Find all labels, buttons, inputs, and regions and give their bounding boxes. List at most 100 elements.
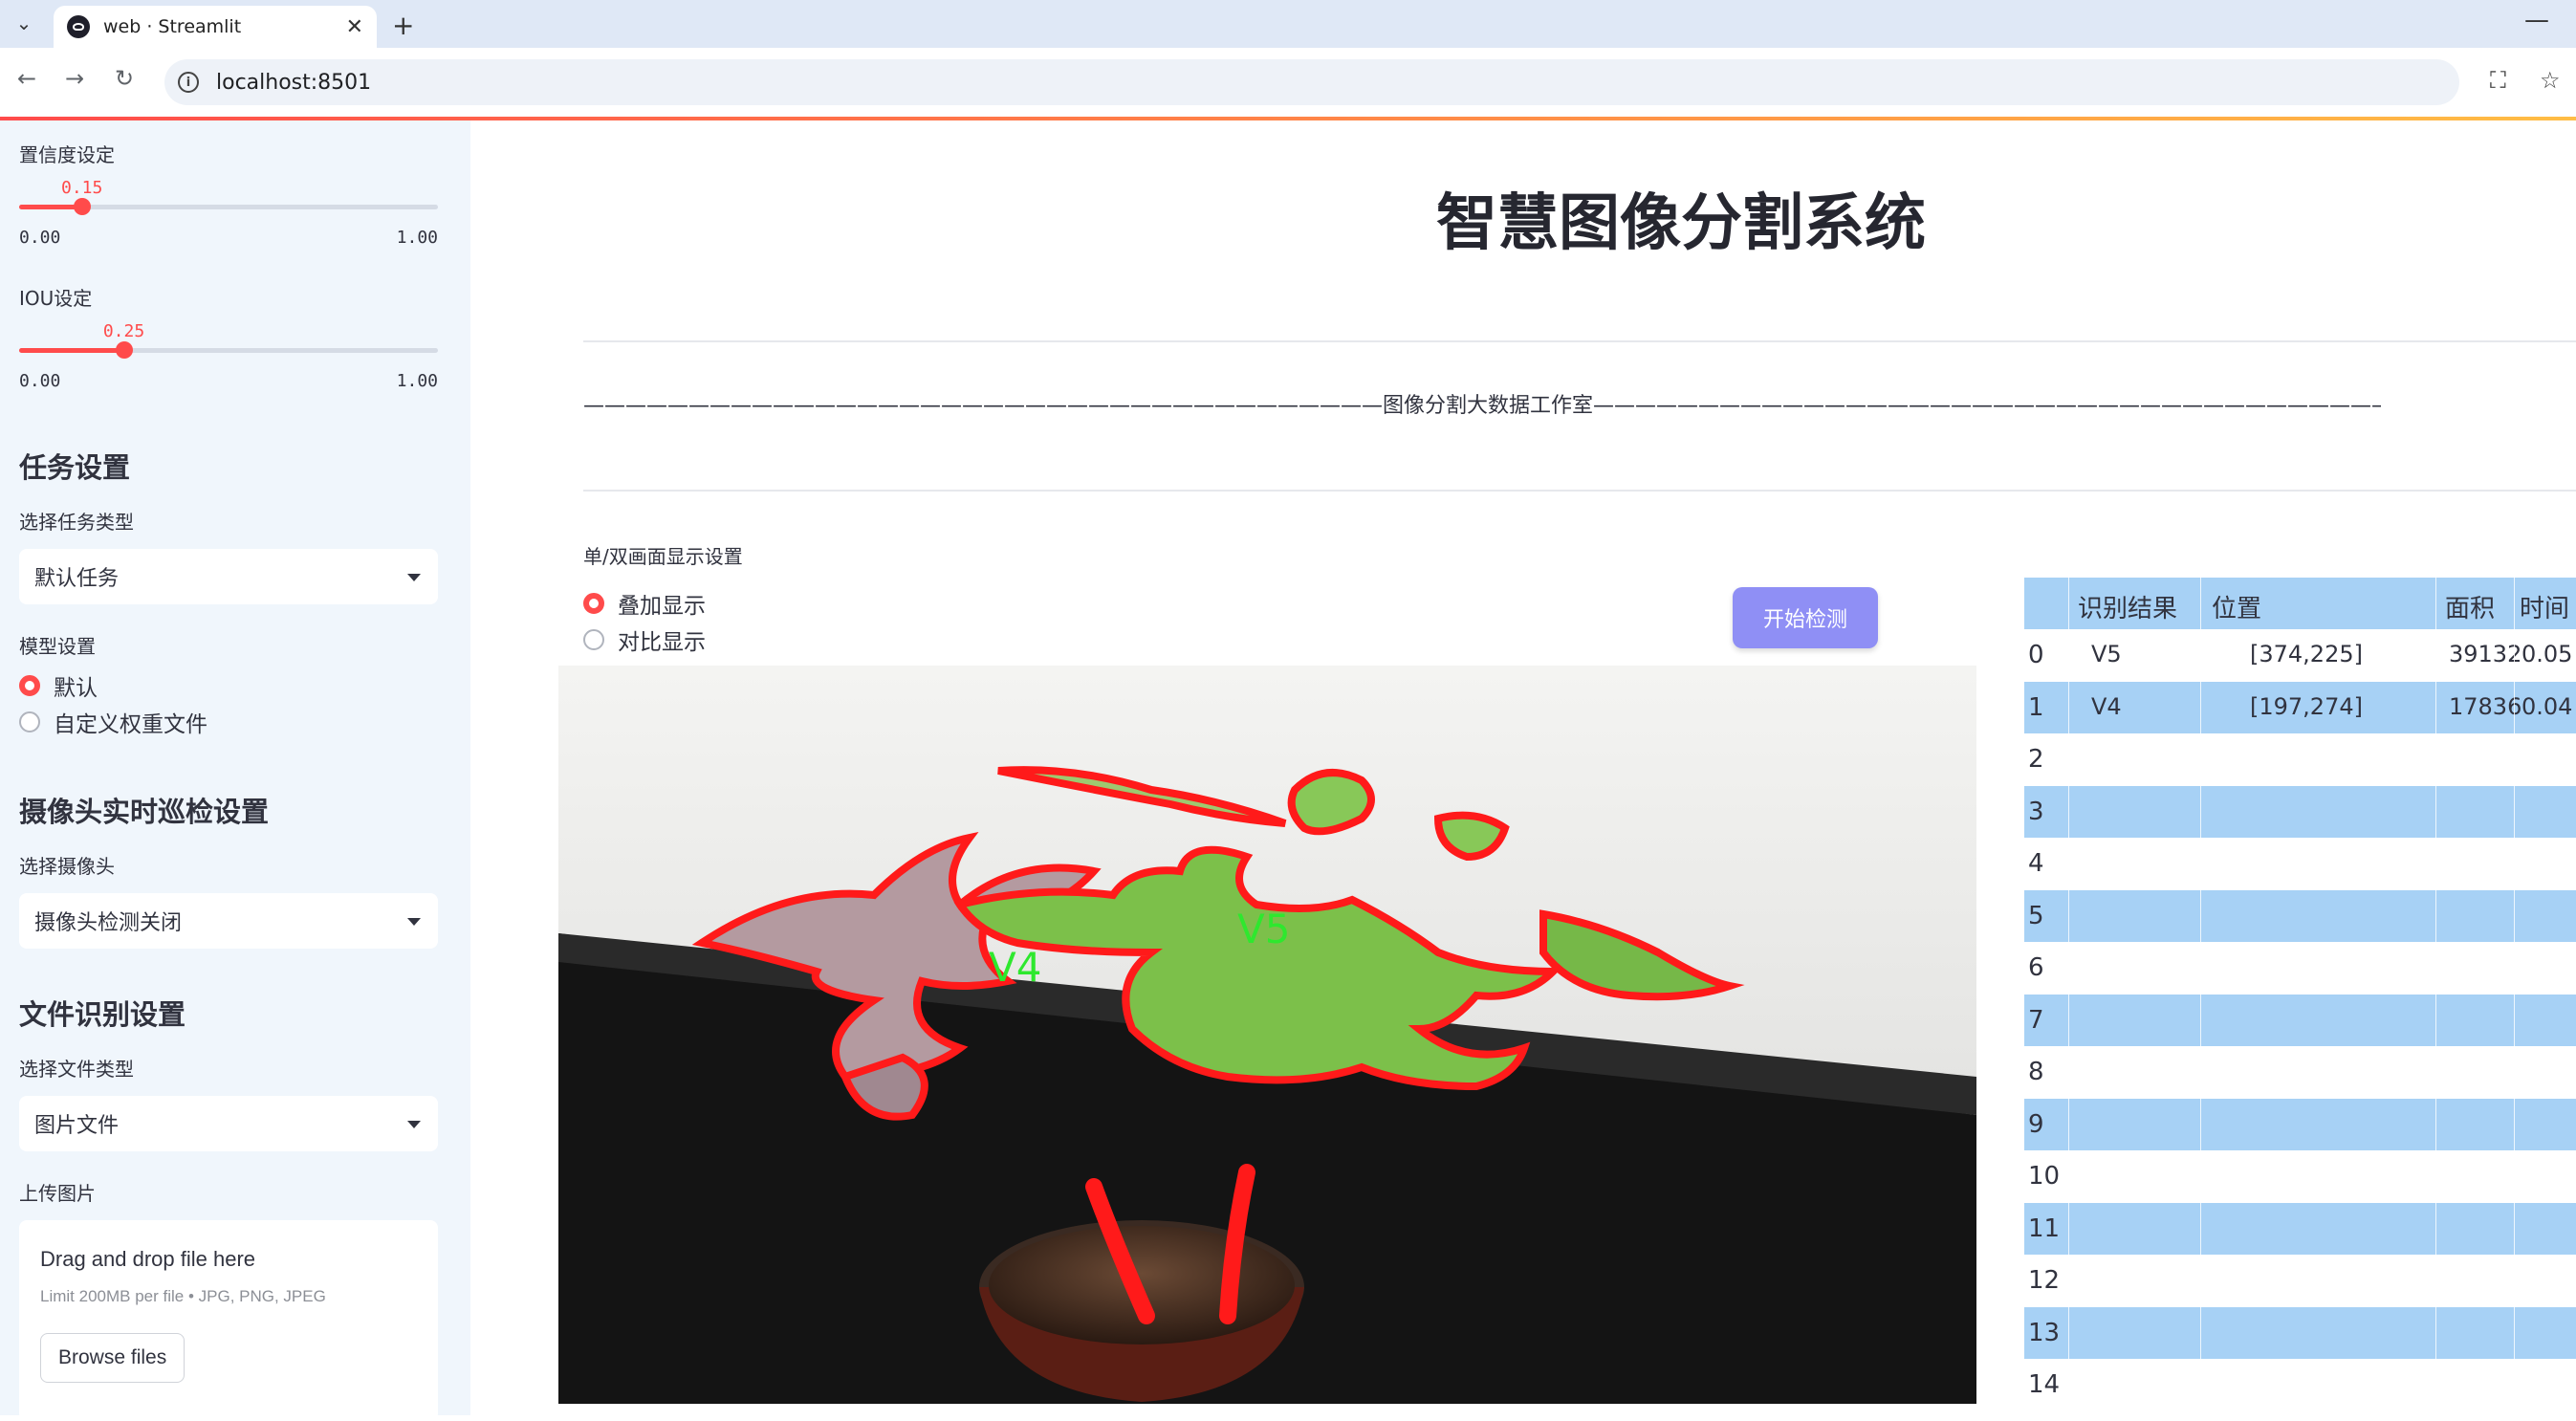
table-row[interactable]: 6: [2024, 942, 2576, 995]
table-row[interactable]: 13: [2024, 1306, 2576, 1359]
radio-label: 自定义权重文件: [54, 712, 207, 737]
table-row[interactable]: 4: [2024, 838, 2576, 890]
table-row[interactable]: 14: [2024, 1359, 2576, 1411]
translate-icon[interactable]: ⛶: [2490, 67, 2506, 94]
iou-label: IOU设定: [19, 287, 93, 310]
streamlit-favicon-icon: [67, 15, 90, 38]
row-index-cell: 13: [2028, 1318, 2061, 1347]
col-header-position[interactable]: 位置: [2212, 589, 2261, 624]
slider-fill: [19, 348, 124, 353]
table-row[interactable]: 7: [2024, 994, 2576, 1046]
column-divider: [2435, 578, 2436, 1415]
position-cell: [197,274]: [2250, 692, 2363, 720]
slider-thumb[interactable]: [73, 198, 91, 215]
reload-icon[interactable]: ↻: [115, 65, 134, 92]
browser-tab[interactable]: web · Streamlit ✕: [54, 6, 377, 48]
display-radio-compare[interactable]: 对比显示: [583, 623, 706, 656]
result-cell: V5: [2091, 641, 2122, 667]
row-index-cell: 14: [2028, 1370, 2061, 1399]
confidence-label: 置信度设定: [19, 143, 115, 166]
minimize-window-icon[interactable]: —: [2524, 6, 2549, 34]
row-index-cell: 12: [2028, 1266, 2061, 1295]
col-header-result[interactable]: 识别结果: [2078, 589, 2177, 624]
table-row[interactable]: 1 V4 [197,274] 17836 0.04: [2024, 681, 2576, 733]
col-header-area[interactable]: 面积: [2445, 589, 2495, 624]
slider-thumb[interactable]: [115, 341, 133, 359]
model-radio-custom[interactable]: 自定义权重文件: [19, 706, 207, 738]
back-arrow-icon[interactable]: ←: [17, 65, 36, 92]
row-index-cell: 0: [2028, 641, 2044, 669]
row-index-cell: 1: [2028, 692, 2044, 722]
upload-label: 上传图片: [19, 1182, 96, 1205]
table-row[interactable]: 2: [2024, 733, 2576, 786]
table-row[interactable]: 10: [2024, 1150, 2576, 1203]
divider: [583, 340, 2576, 342]
iou-slider[interactable]: 0.25 0.00 1.00: [19, 321, 438, 398]
segmentation-result-image: V4 V5: [558, 666, 1976, 1404]
tab-search-chevron-icon[interactable]: ⌄: [10, 8, 38, 38]
file-type-label: 选择文件类型: [19, 1058, 134, 1081]
column-divider: [2068, 578, 2069, 1415]
table-row[interactable]: 11: [2024, 1202, 2576, 1255]
close-tab-icon[interactable]: ✕: [346, 15, 363, 39]
area-cell: 39132: [2449, 641, 2522, 667]
subtitle: ——————————————————————————————————————图像…: [583, 394, 2381, 418]
table-row[interactable]: 12: [2024, 1255, 2576, 1307]
radio-unselected-icon[interactable]: [583, 629, 604, 650]
drag-drop-text: Drag and drop file here: [40, 1247, 256, 1271]
time-cell: 0.05: [2521, 641, 2573, 667]
radio-selected-icon[interactable]: [19, 675, 40, 696]
display-mode-label: 单/双画面显示设置: [583, 545, 743, 568]
radio-label: 默认: [54, 676, 98, 701]
browser-toolbar: ← → ↻ i localhost:8501 ⛶ ☆: [0, 48, 2576, 117]
radio-selected-icon[interactable]: [583, 593, 604, 614]
browse-files-button[interactable]: Browse files: [40, 1333, 186, 1383]
radio-label: 叠加显示: [618, 594, 706, 619]
file-settings-heading: 文件识别设置: [19, 998, 186, 1031]
column-divider: [2200, 578, 2201, 1415]
radio-unselected-icon[interactable]: [19, 711, 40, 732]
task-type-label: 选择任务类型: [19, 511, 134, 534]
row-index-cell: 3: [2028, 797, 2044, 826]
site-info-icon[interactable]: i: [178, 72, 199, 93]
chevron-down-icon: [407, 574, 421, 581]
table-header: 识别结果 位置 面积 时间: [2024, 578, 2576, 629]
row-index-cell: 4: [2028, 849, 2044, 878]
result-cell: V4: [2091, 692, 2122, 720]
table-row[interactable]: 3: [2024, 785, 2576, 838]
results-table[interactable]: 识别结果 位置 面积 时间 0 V5 [374,225] 39132 0.05 1 V4 [1…: [2024, 578, 2576, 1415]
slider-min: 0.00: [19, 371, 61, 391]
task-type-select[interactable]: 默认任务: [19, 549, 438, 604]
upload-limit-text: Limit 200MB per file • JPG, PNG, JPEG: [40, 1287, 326, 1305]
confidence-slider[interactable]: 0.15 0.00 1.00: [19, 178, 438, 254]
table-row[interactable]: 8: [2024, 1046, 2576, 1099]
url-text: localhost:8501: [216, 70, 372, 95]
start-detection-button[interactable]: 开始检测: [1733, 587, 1878, 648]
display-radio-overlay[interactable]: 叠加显示: [583, 587, 706, 620]
label-v5: V5: [1237, 906, 1290, 952]
model-radio-default[interactable]: 默认: [19, 669, 98, 702]
sidebar: 置信度设定 0.15 0.00 1.00 IOU设定 0.25 0.00 1.0…: [0, 120, 470, 1421]
time-cell: 0.04: [2521, 692, 2573, 720]
iou-value: 0.25: [102, 321, 145, 341]
col-header-time[interactable]: 时间: [2520, 589, 2569, 624]
row-index-cell: 8: [2028, 1058, 2044, 1086]
forward-arrow-icon[interactable]: →: [65, 65, 84, 92]
table-row[interactable]: 5: [2024, 889, 2576, 942]
chevron-down-icon: [407, 918, 421, 926]
table-row[interactable]: 9: [2024, 1098, 2576, 1150]
plant-segmentation-illustration: V4 V5: [558, 666, 1976, 1404]
file-type-value: 图片文件: [34, 1114, 120, 1138]
file-uploader-dropzone[interactable]: Drag and drop file here Limit 200MB per …: [19, 1220, 438, 1421]
column-divider: [2514, 578, 2515, 1415]
radio-label: 对比显示: [618, 630, 706, 655]
address-bar[interactable]: i localhost:8501: [164, 59, 2459, 105]
new-tab-icon[interactable]: +: [392, 10, 414, 41]
camera-value: 摄像头检测关闭: [34, 911, 183, 935]
task-type-value: 默认任务: [34, 567, 120, 591]
file-type-select[interactable]: 图片文件: [19, 1096, 438, 1151]
row-index-cell: 5: [2028, 901, 2044, 930]
bookmark-star-icon[interactable]: ☆: [2540, 67, 2561, 94]
table-row[interactable]: 0 V5 [374,225] 39132 0.05: [2024, 629, 2576, 682]
camera-select[interactable]: 摄像头检测关闭: [19, 893, 438, 949]
